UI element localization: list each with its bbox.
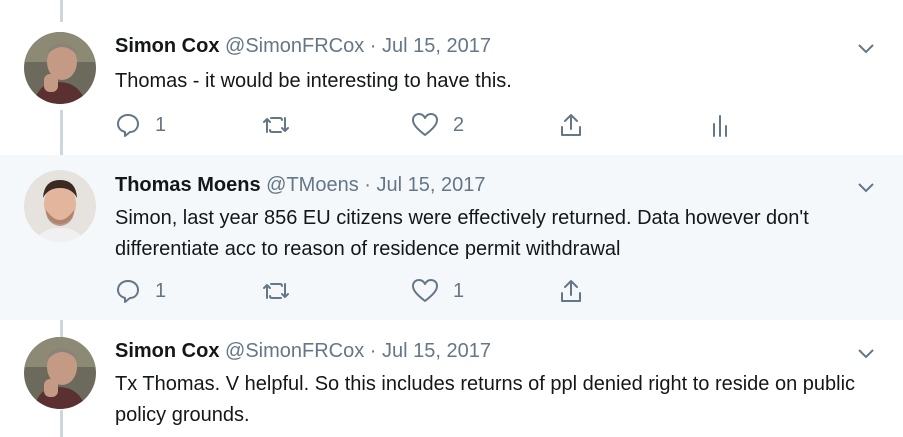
tweet-text: Thomas - it would be interesting to have… (115, 70, 512, 92)
tweet-header: Simon Cox @SimonFRCox · Jul 15, 2017 (115, 340, 491, 363)
chevron-down-icon[interactable] (857, 42, 875, 54)
avatar[interactable] (24, 337, 96, 409)
share-icon (558, 278, 584, 304)
share-button[interactable] (558, 110, 584, 140)
like-button[interactable]: 1 (411, 276, 464, 306)
chevron-down-icon[interactable] (857, 181, 875, 193)
heart-icon (411, 278, 439, 304)
share-icon (558, 112, 584, 138)
analytics-button[interactable] (710, 110, 730, 140)
display-name[interactable]: Simon Cox (115, 340, 219, 362)
retweet-icon (261, 278, 291, 304)
like-count: 2 (453, 113, 465, 136)
reply-button[interactable]: 1 (115, 110, 166, 140)
tweet-actions: 1 1 (115, 276, 755, 306)
separator: · (369, 340, 377, 362)
tweet[interactable]: Thomas Moens @TMoens · Jul 15, 2017 Simo… (0, 155, 903, 320)
analytics-icon (710, 112, 730, 138)
separator: · (364, 174, 371, 196)
tweet-text: Tx Thomas. V helpful. So this includes r… (115, 373, 856, 426)
retweet-icon (261, 112, 291, 138)
timestamp[interactable]: Jul 15, 2017 (382, 35, 491, 57)
avatar[interactable] (24, 170, 96, 242)
reply-icon (115, 278, 141, 304)
separator: · (369, 35, 377, 57)
timestamp[interactable]: Jul 15, 2017 (377, 174, 486, 196)
display-name[interactable]: Simon Cox (115, 35, 219, 57)
timestamp[interactable]: Jul 15, 2017 (382, 340, 491, 362)
avatar[interactable] (24, 32, 96, 104)
reply-button[interactable]: 1 (115, 276, 166, 306)
reply-count: 1 (155, 113, 167, 136)
reply-count: 1 (155, 279, 167, 302)
handle[interactable]: @SimonFRCox (225, 35, 364, 57)
reply-icon (115, 112, 141, 138)
tweet-actions: 1 2 (115, 110, 755, 140)
like-count: 1 (453, 279, 465, 302)
tweet-text: Simon, last year 856 EU citizens were ef… (115, 207, 809, 260)
display-name[interactable]: Thomas Moens (115, 174, 261, 196)
heart-icon (411, 112, 439, 138)
tweet[interactable]: Simon Cox @SimonFRCox · Jul 15, 2017 Tho… (0, 0, 903, 155)
retweet-button[interactable] (261, 110, 305, 140)
handle[interactable]: @TMoens (266, 174, 359, 196)
retweet-button[interactable] (261, 276, 305, 306)
tweet[interactable]: Simon Cox @SimonFRCox · Jul 15, 2017 Tx … (0, 320, 903, 437)
handle[interactable]: @SimonFRCox (225, 340, 364, 362)
tweet-header: Thomas Moens @TMoens · Jul 15, 2017 (115, 174, 485, 197)
chevron-down-icon[interactable] (857, 347, 875, 359)
tweet-header: Simon Cox @SimonFRCox · Jul 15, 2017 (115, 35, 491, 58)
share-button[interactable] (558, 276, 584, 306)
like-button[interactable]: 2 (411, 110, 464, 140)
